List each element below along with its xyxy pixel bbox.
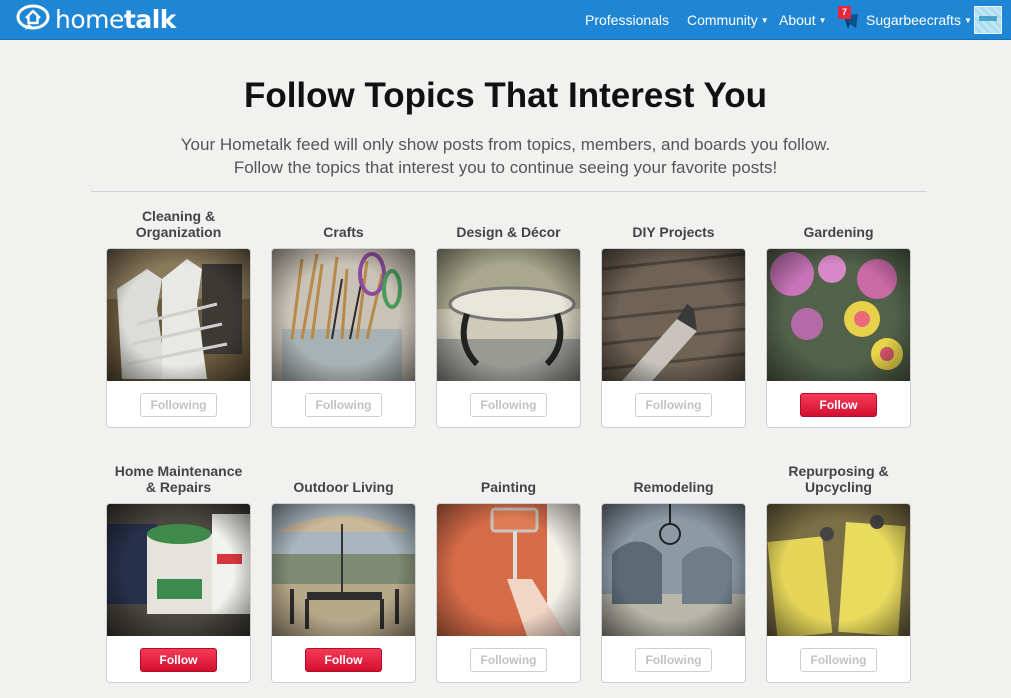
topic-card[interactable]: Follow xyxy=(106,503,251,683)
following-button[interactable]: Following xyxy=(470,393,547,417)
logo-wordmark: hometalk xyxy=(55,4,176,34)
topic-image xyxy=(107,504,250,636)
topic-image xyxy=(767,504,910,636)
nav-community[interactable]: Community ▼ xyxy=(687,12,769,28)
topic-image xyxy=(437,504,580,636)
topic-card[interactable]: Following xyxy=(436,503,581,683)
topic-image xyxy=(767,249,910,381)
topic-title: Painting xyxy=(480,479,537,495)
follow-button[interactable]: Follow xyxy=(305,648,382,672)
topic-card[interactable]: Following xyxy=(436,248,581,428)
topic-title: Outdoor Living xyxy=(293,479,394,495)
topic-image xyxy=(437,249,580,381)
topic-title: Repurposing & Upcycling xyxy=(788,463,889,495)
topic-card[interactable]: Following xyxy=(601,248,746,428)
house-chat-icon xyxy=(16,4,50,30)
chevron-down-icon: ▼ xyxy=(963,16,972,25)
following-button[interactable]: Following xyxy=(800,648,877,672)
hometalk-logo[interactable]: hometalk xyxy=(16,4,176,34)
topic-card[interactable]: Following xyxy=(766,503,911,683)
follow-button[interactable]: Follow xyxy=(140,648,217,672)
following-button[interactable]: Following xyxy=(635,393,712,417)
divider xyxy=(91,191,927,192)
page-subtitle: Your Hometalk feed will only show posts … xyxy=(180,135,831,177)
topic-image xyxy=(272,504,415,636)
follow-button[interactable]: Follow xyxy=(800,393,877,417)
topic-title: DIY Projects xyxy=(632,224,715,240)
topic-title: Home Maintenance & Repairs xyxy=(114,463,243,495)
topic-title: Design & Décor xyxy=(456,224,561,240)
topic-image xyxy=(272,249,415,381)
topic-title: Gardening xyxy=(803,224,874,240)
topic-image xyxy=(107,249,250,381)
following-button[interactable]: Following xyxy=(140,393,217,417)
topic-card[interactable]: Following xyxy=(106,248,251,428)
topic-card[interactable]: Follow xyxy=(271,503,416,683)
chevron-down-icon: ▼ xyxy=(760,16,769,25)
topic-title: Crafts xyxy=(323,224,364,240)
topic-image xyxy=(602,249,745,381)
notifications-button[interactable]: 7 xyxy=(838,6,862,32)
page-title: Follow Topics That Interest You xyxy=(243,76,768,115)
notification-count-badge: 7 xyxy=(838,6,851,19)
nav-professionals[interactable]: Professionals xyxy=(585,12,669,28)
user-menu[interactable]: Sugarbeecrafts ▼ xyxy=(866,12,972,28)
following-button[interactable]: Following xyxy=(305,393,382,417)
chevron-down-icon: ▼ xyxy=(818,16,827,25)
nav-about[interactable]: About ▼ xyxy=(779,12,827,28)
topic-card[interactable]: Following xyxy=(601,503,746,683)
top-nav-bar: hometalk Professionals Community ▼ About ▼… xyxy=(0,0,1011,40)
avatar[interactable] xyxy=(974,6,1002,34)
following-button[interactable]: Following xyxy=(470,648,547,672)
topic-card[interactable]: Following xyxy=(271,248,416,428)
topic-title: Cleaning & Organization xyxy=(135,208,222,240)
topic-card[interactable]: Follow xyxy=(766,248,911,428)
following-button[interactable]: Following xyxy=(635,648,712,672)
topic-image xyxy=(602,504,745,636)
topic-title: Remodeling xyxy=(633,479,714,495)
